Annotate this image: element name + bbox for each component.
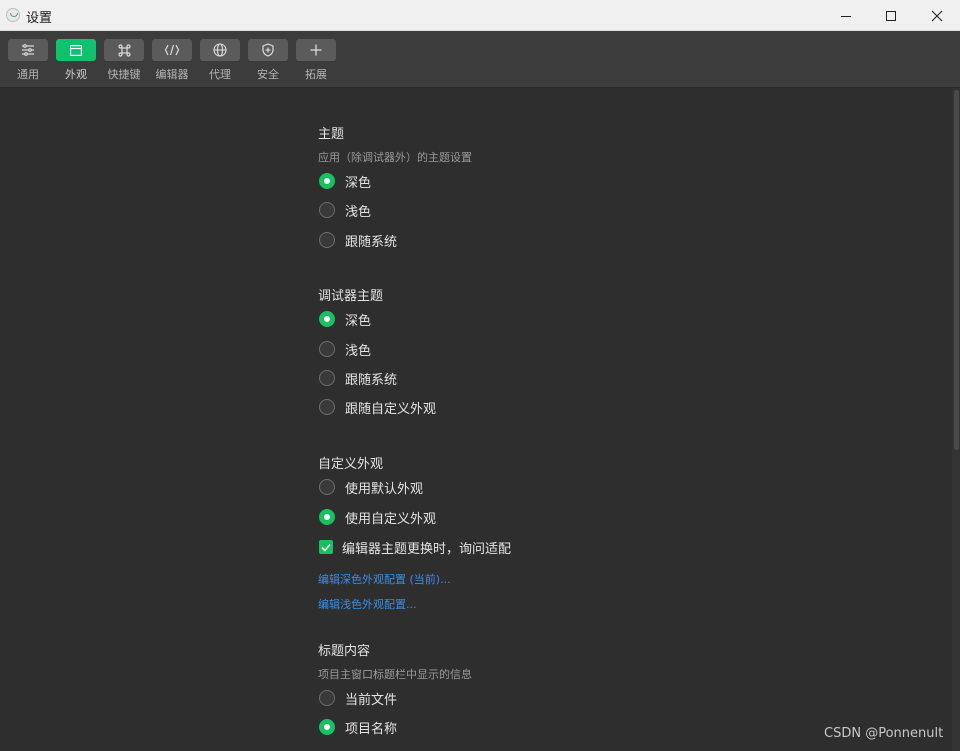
radio-button[interactable] [319,370,335,386]
plus-icon [296,39,336,61]
maximize-button[interactable] [868,0,914,31]
option-label: 深色 [345,313,372,329]
radio-button[interactable] [319,202,335,218]
theme-section-desc: 应用（除调试器外）的主题设置 [318,151,472,164]
tab-label: 拓展 [305,68,327,81]
ask-adapt-checkbox-row[interactable]: 编辑器主题更换时，询问适配 [319,538,512,557]
theme-option-dark[interactable]: 深色 [319,172,372,191]
tab-proxy[interactable]: 代理 [200,39,240,82]
option-label: 深色 [345,175,372,191]
option-label: 使用默认外观 [345,481,424,497]
checkbox-label: 编辑器主题更换时，询问适配 [342,541,512,557]
radio-button[interactable] [319,341,335,357]
sliders-icon [8,39,48,61]
debugger-theme-option-custom[interactable]: 跟随自定义外观 [319,398,437,417]
tab-general[interactable]: 通用 [8,39,48,82]
option-label: 项目名称 [345,721,398,737]
edit-light-appearance-link[interactable]: 编辑浅色外观配置... [318,596,417,612]
custom-appearance-section-title: 自定义外观 [318,457,384,472]
checkmark-icon [321,543,331,552]
tab-label: 安全 [257,68,279,81]
globe-icon [200,39,240,61]
option-label: 使用自定义外观 [345,511,437,527]
ask-adapt-checkbox[interactable] [319,540,333,554]
close-button[interactable] [914,0,960,31]
option-label: 浅色 [345,204,372,220]
mini-program-logo-icon [6,8,20,22]
radio-button[interactable] [319,719,335,735]
radio-button[interactable] [319,232,335,248]
radio-button[interactable] [319,399,335,415]
tab-label: 编辑器 [155,68,189,81]
custom-appearance-option-default[interactable]: 使用默认外观 [319,478,424,497]
theme-option-system[interactable]: 跟随系统 [319,231,398,250]
title-content-option-current-file[interactable]: 当前文件 [319,689,398,708]
radio-button[interactable] [319,479,335,495]
maximize-icon [886,10,896,21]
tab-editor[interactable]: 编辑器 [152,39,192,82]
tab-label: 代理 [209,68,231,81]
code-icon [152,39,192,61]
option-label: 跟随系统 [345,372,398,388]
option-label: 跟随系统 [345,234,398,250]
tab-label: 通用 [17,68,39,81]
custom-appearance-option-custom[interactable]: 使用自定义外观 [319,508,437,527]
option-label: 当前文件 [345,692,398,708]
debugger-theme-option-light[interactable]: 浅色 [319,340,372,359]
scrollbar-thumb[interactable] [954,90,959,450]
debugger-theme-section-title: 调试器主题 [318,289,384,304]
minimize-button[interactable] [823,0,869,31]
tab-label: 外观 [65,68,87,81]
window-icon [56,39,96,61]
title-content-section-desc: 项目主窗口标题栏中显示的信息 [318,668,472,681]
tab-label: 快捷键 [107,68,141,81]
option-label: 浅色 [345,343,372,359]
close-icon [931,10,943,21]
window-title: 设置 [26,11,53,26]
shield-icon [248,39,288,61]
settings-toolbar: 通用 外观 快捷键 编辑器 代理 安全 拓展 [0,31,960,88]
title-content-option-project-name[interactable]: 项目名称 [319,718,398,737]
theme-section-title: 主题 [318,127,345,142]
radio-button[interactable] [319,690,335,706]
debugger-theme-option-dark[interactable]: 深色 [319,310,372,329]
tab-shortcuts[interactable]: 快捷键 [104,39,144,82]
watermark-text: CSDN @Ponnenult [824,726,944,741]
debugger-theme-option-system[interactable]: 跟随系统 [319,369,398,388]
theme-option-light[interactable]: 浅色 [319,201,372,220]
radio-button[interactable] [319,311,335,327]
radio-button[interactable] [319,509,335,525]
minimize-icon [841,15,851,17]
window-title-bar: 设置 [0,0,960,31]
tab-appearance[interactable]: 外观 [56,39,96,82]
command-key-icon [104,39,144,61]
tab-extensions[interactable]: 拓展 [296,39,336,82]
title-content-section-title: 标题内容 [318,644,371,659]
radio-button[interactable] [319,173,335,189]
option-label: 跟随自定义外观 [345,401,437,417]
edit-dark-appearance-link[interactable]: 编辑深色外观配置 (当前)... [318,571,451,587]
tab-security[interactable]: 安全 [248,39,288,82]
